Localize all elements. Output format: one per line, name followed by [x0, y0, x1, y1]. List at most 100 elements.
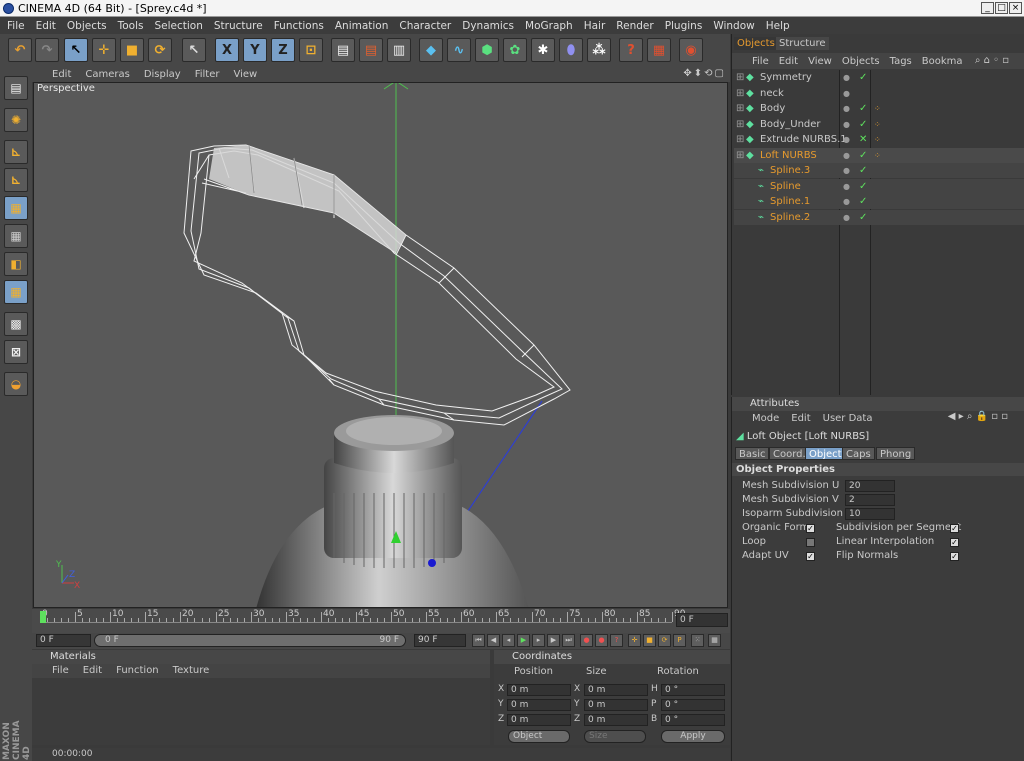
keyframe-selection-icon[interactable]: ?	[610, 634, 623, 647]
timeline-ruler[interactable]: 051015202530354045505560657075808590	[40, 609, 685, 633]
menu-edit[interactable]: Edit	[36, 20, 56, 32]
close-button[interactable]: ×	[1009, 2, 1022, 14]
tab-objects[interactable]: Objects	[734, 37, 778, 50]
expand-icon[interactable]: ⊞	[736, 101, 744, 116]
linear-interpolation-checkbox[interactable]: ✓	[950, 538, 959, 547]
use-model-icon[interactable]: ▤	[4, 76, 28, 100]
current-frame-field[interactable]: 0 F	[676, 613, 728, 627]
timeline[interactable]: 051015202530354045505560657075808590 0 F	[32, 609, 730, 633]
tag-icon[interactable]: ⁘	[874, 132, 881, 147]
use-point-icon[interactable]: ⊾	[4, 140, 28, 164]
objects-menu-objects[interactable]: Objects	[842, 56, 880, 67]
mesh-u-field[interactable]: 20	[845, 480, 895, 492]
enable-check-icon[interactable]: ✓	[859, 117, 867, 132]
minimize-button[interactable]: _	[981, 2, 994, 14]
menu-animation[interactable]: Animation	[335, 20, 389, 32]
menu-window[interactable]: Window	[713, 20, 754, 32]
timeline-settings-icon[interactable]: ▦	[708, 634, 721, 647]
use-edge-icon[interactable]: ⊾	[4, 168, 28, 192]
recent-tool-icon[interactable]: ↖	[182, 38, 206, 62]
tag-icon[interactable]: ⁘	[874, 101, 881, 116]
frame-range-slider[interactable]: 0 F 90 F	[94, 634, 406, 647]
enable-check-icon[interactable]: ✓	[859, 148, 867, 163]
menu-tools[interactable]: Tools	[118, 20, 144, 32]
tab-structure[interactable]: Structure	[776, 37, 829, 50]
object-row[interactable]: ⊞ ◆ Body_Under ● ✓ ⁘	[734, 117, 1024, 132]
visibility-dots[interactable]: ●	[843, 132, 850, 147]
visibility-dots[interactable]: ●	[843, 101, 850, 116]
enable-check-icon[interactable]: ✓	[859, 194, 867, 209]
workplane-icon[interactable]: ▦	[4, 224, 28, 248]
expand-icon[interactable]: ⊞	[736, 70, 744, 85]
menu-character[interactable]: Character	[399, 20, 451, 32]
paint-icon[interactable]: ▩	[4, 312, 28, 336]
scale-track-icon[interactable]: ■	[643, 634, 656, 647]
subdiv-segment-checkbox[interactable]: ✓	[950, 524, 959, 533]
object-row[interactable]: ⌁ Spline ● ✓	[734, 178, 1024, 194]
enable-check-icon[interactable]: ✓	[859, 179, 867, 194]
materials-menu-texture[interactable]: Texture	[173, 664, 210, 678]
y-axis-button[interactable]: Y	[243, 38, 267, 62]
layout-icon[interactable]: ▦	[647, 38, 671, 62]
viewport-menu-display[interactable]: Display	[144, 69, 181, 80]
coordinate-system-icon[interactable]: ⊡	[299, 38, 323, 62]
rot-h-field[interactable]: 0 °	[661, 684, 725, 696]
materials-menu-edit[interactable]: Edit	[83, 664, 102, 678]
attr-tab-caps[interactable]: Caps	[842, 447, 875, 460]
next-frame-icon[interactable]: ▸	[532, 634, 545, 647]
menu-functions[interactable]: Functions	[274, 20, 324, 32]
menu-hair[interactable]: Hair	[584, 20, 606, 32]
z-axis-button[interactable]: Z	[271, 38, 295, 62]
viewport-nav-icons[interactable]: ✥⬍⟲▢	[683, 66, 730, 82]
parameter-track-icon[interactable]: P	[673, 634, 686, 647]
viewport-menu-cameras[interactable]: Cameras	[85, 69, 129, 80]
viewport-menu-filter[interactable]: Filter	[195, 69, 220, 80]
object-axis-icon[interactable]: ✺	[4, 108, 28, 132]
menu-file[interactable]: File	[7, 20, 25, 32]
help-button[interactable]: ?	[619, 38, 643, 62]
play-icon[interactable]: ▶	[517, 634, 530, 647]
objects-menu-file[interactable]: File	[752, 56, 769, 67]
rotate-icon[interactable]: ⟳	[148, 38, 172, 62]
object-row[interactable]: ⌁ Spline.3 ● ✓	[734, 163, 1024, 178]
enable-check-icon[interactable]: ✓	[859, 163, 867, 178]
go-to-start-icon[interactable]: ⏮	[472, 634, 485, 647]
previous-frame-icon[interactable]: ◂	[502, 634, 515, 647]
pos-y-field[interactable]: 0 m	[507, 699, 571, 711]
expand-icon[interactable]: ⊞	[736, 148, 744, 163]
attributes-menu-edit[interactable]: Edit	[791, 413, 810, 424]
record-icon[interactable]: ●	[580, 634, 593, 647]
attributes-nav-icons[interactable]: ◀ ▸ ⌕ 🔒 ▫ ▫	[948, 411, 1008, 422]
loop-checkbox[interactable]	[806, 538, 815, 547]
position-track-icon[interactable]: ✛	[628, 634, 641, 647]
end-frame-field[interactable]: 90 F	[414, 634, 466, 647]
web-icon[interactable]: ◉	[679, 38, 703, 62]
attr-tab-object[interactable]: Object	[805, 447, 846, 460]
size-x-field[interactable]: 0 m	[584, 684, 648, 696]
size-z-field[interactable]: 0 m	[584, 714, 648, 726]
mesh-v-field[interactable]: 2	[845, 494, 895, 506]
visibility-dots[interactable]: ●	[843, 117, 850, 132]
visibility-dots[interactable]: ●	[843, 163, 850, 178]
attr-tab-coord[interactable]: Coord.	[769, 447, 810, 460]
visibility-dots[interactable]: ●	[843, 86, 850, 101]
enable-check-icon[interactable]: ✕	[859, 132, 867, 147]
flip-normals-checkbox[interactable]: ✓	[950, 552, 959, 561]
use-polygon-icon[interactable]: ▦	[4, 196, 28, 220]
expand-icon[interactable]: ⊞	[736, 132, 744, 147]
expand-icon[interactable]: ⊞	[736, 86, 744, 101]
point-level-icon[interactable]: ⁙	[691, 634, 704, 647]
maximize-button[interactable]: □	[995, 2, 1008, 14]
apply-button[interactable]: Apply	[661, 730, 725, 743]
attributes-menu-mode[interactable]: Mode	[752, 413, 779, 424]
uv-icon[interactable]: ⊠	[4, 340, 28, 364]
viewport-menu-edit[interactable]: Edit	[52, 69, 71, 80]
iso-u-field[interactable]: 10	[845, 508, 895, 520]
rot-p-field[interactable]: 0 °	[661, 699, 725, 711]
render-picture-viewer-icon[interactable]: ▤	[359, 38, 383, 62]
rotation-track-icon[interactable]: ⟳	[658, 634, 671, 647]
scale-icon[interactable]: ■	[120, 38, 144, 62]
spline-icon[interactable]: ∿	[447, 38, 471, 62]
menu-objects[interactable]: Objects	[67, 20, 107, 32]
scene-icon[interactable]: ✱	[531, 38, 555, 62]
